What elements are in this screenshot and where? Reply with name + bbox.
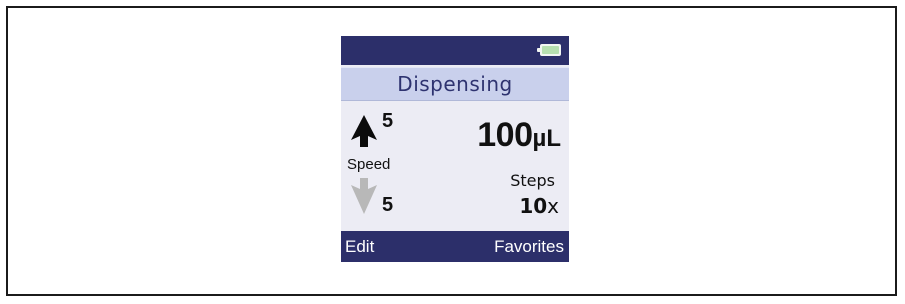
screen-title: Dispensing: [341, 67, 569, 101]
volume-value: 100: [477, 116, 533, 154]
favorites-softkey[interactable]: Favorites: [494, 231, 564, 262]
aspirate-speed-value: 5: [382, 110, 394, 132]
softkey-bar: Edit Favorites: [341, 231, 569, 262]
steps-readout: 10x: [519, 194, 559, 218]
steps-suffix: x: [547, 194, 559, 218]
steps-value: 10: [519, 194, 548, 218]
edit-softkey[interactable]: Edit: [345, 231, 374, 262]
status-bar: [341, 36, 569, 65]
steps-label: Steps: [510, 171, 555, 190]
volume-unit: µL: [532, 125, 562, 152]
arrow-up-icon: [351, 115, 377, 147]
battery-full-icon: [537, 44, 561, 56]
speed-label: Speed: [347, 156, 391, 173]
arrow-down-icon: [351, 178, 377, 214]
pipette-display: Dispensing 5 Speed 5 100µL Steps 10x Edi…: [341, 36, 569, 262]
dispensing-panel: 5 Speed 5 100µL Steps 10x: [341, 102, 569, 231]
dispense-speed-value: 5: [382, 194, 394, 216]
volume-readout: 100µL: [477, 116, 561, 155]
